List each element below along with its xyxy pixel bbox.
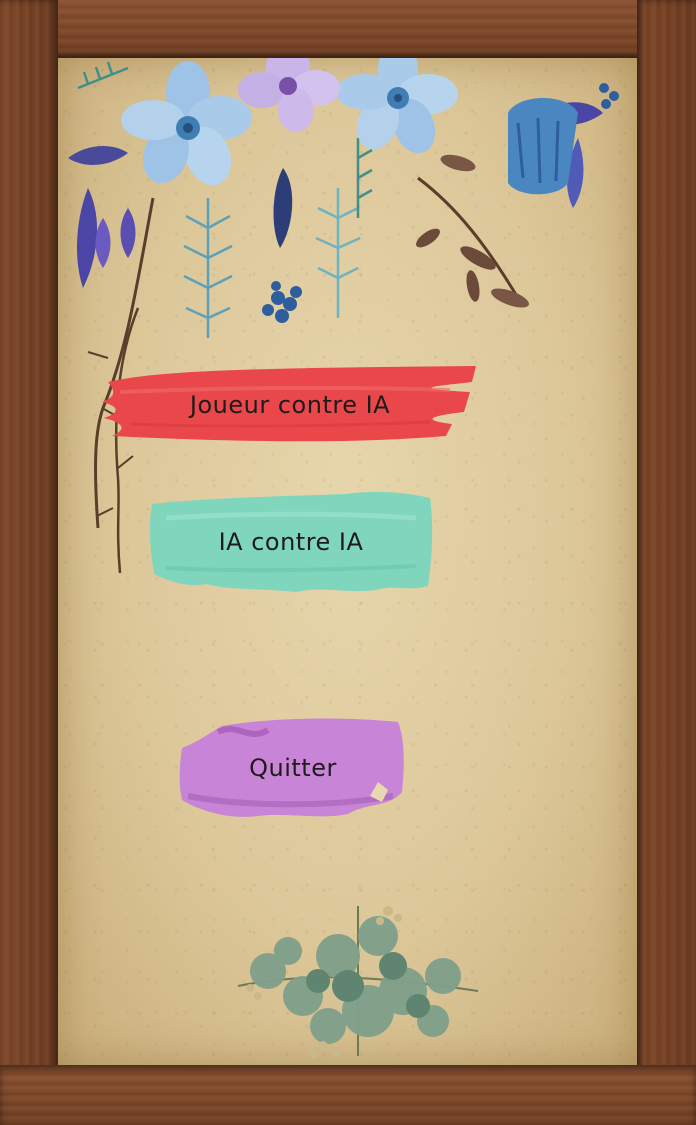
ai-vs-ai-button[interactable]: IA contre IA <box>146 488 436 596</box>
player-vs-ai-label: Joueur contre IA <box>189 391 391 419</box>
ai-vs-ai-label: IA contre IA <box>218 528 364 556</box>
quit-button[interactable]: Quitter <box>178 712 408 824</box>
frame-top-edge <box>0 0 696 58</box>
quit-label: Quitter <box>249 754 337 782</box>
eucalyptus-branch-icon <box>237 906 479 1058</box>
frame-bottom-edge <box>0 1065 696 1125</box>
frame-left-edge <box>0 0 58 1125</box>
player-vs-ai-button[interactable]: Joueur contre IA <box>100 362 480 448</box>
frame-right-edge <box>637 0 696 1125</box>
